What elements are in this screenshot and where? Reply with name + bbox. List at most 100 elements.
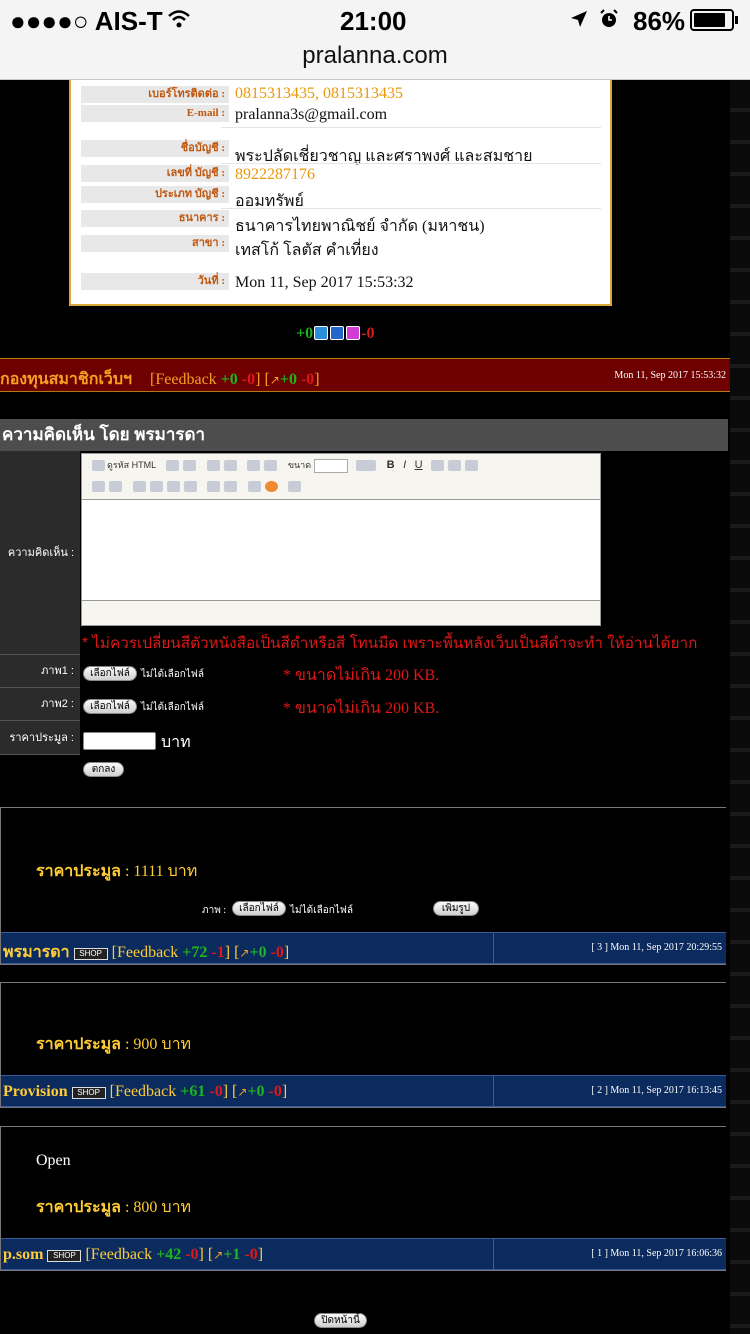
post-author-bar: พรมารดา SHOP [Feedback +72 -1] [↗+0 -0] …: [1, 932, 726, 964]
bracket: ]: [283, 944, 290, 961]
feedback-minus: -1: [211, 944, 225, 961]
size-note-2: * ขนาดไม่เกิน 200 KB.: [283, 700, 440, 717]
no-file-2: ไม่ได้เลือกไฟล์: [141, 702, 204, 713]
bracket: ]: [222, 1083, 229, 1100]
eraser-icon[interactable]: [264, 460, 278, 472]
bracket: ]: [281, 1083, 288, 1100]
justify-icon[interactable]: [183, 481, 197, 493]
submit-button[interactable]: ตกลง: [83, 762, 124, 777]
post-author-bar: Provision SHOP [Feedback +61 -0] [↗+0 -0…: [1, 1075, 726, 1107]
divider: [221, 163, 601, 164]
comment-textarea[interactable]: [82, 499, 600, 601]
phone-value[interactable]: 0815313435, 0815313435: [235, 85, 403, 103]
url-bar[interactable]: pralanna.com: [0, 42, 750, 70]
message-icon[interactable]: [330, 326, 345, 340]
author-name[interactable]: p.som: [3, 1246, 43, 1263]
price-value: : 1111 บาท: [124, 863, 198, 880]
feedback-label: [Feedback: [150, 371, 217, 388]
choose-file-button-2[interactable]: เลือกไฟล์: [83, 699, 137, 714]
align-right-icon[interactable]: [166, 481, 180, 493]
quote-icon[interactable]: [448, 460, 462, 472]
report-icon[interactable]: [346, 326, 361, 340]
find-icon[interactable]: [206, 460, 220, 472]
source-html-button[interactable]: ดูรหัส HTML: [107, 460, 156, 470]
strike-icon[interactable]: [431, 460, 445, 472]
image2-label: ภาพ2 :: [0, 688, 80, 721]
feedback-plus: +42: [156, 1246, 182, 1263]
bid-minus: -0: [268, 1083, 282, 1100]
clock: 21:00: [340, 6, 407, 36]
bold-icon[interactable]: B: [387, 459, 395, 471]
date-row: วันที่ : Mon 11, Sep 2017 15:53:32: [81, 273, 606, 291]
shop-icon[interactable]: SHOP: [73, 948, 108, 960]
shop-icon[interactable]: SHOP: [71, 1087, 106, 1099]
bid-post: ราคาประมูล : 900 บาท Provision SHOP [Fee…: [0, 982, 726, 1108]
price-label: ราคาประมูล: [36, 1036, 121, 1053]
add-picture-button[interactable]: เพิ่มรูป: [433, 901, 479, 916]
branch-label: สาขา :: [81, 235, 229, 252]
bid-post: Open ราคาประมูล : 800 บาท p.som SHOP [Fe…: [0, 1126, 726, 1271]
image-icon[interactable]: [247, 481, 261, 493]
price-input[interactable]: [83, 732, 156, 750]
wifi-icon: [168, 10, 190, 28]
rating-plus: +0: [296, 325, 314, 342]
author-info: Provision SHOP [Feedback +61 -0] [↗+0 -0…: [3, 1083, 287, 1101]
comment-form-title: ความคิดเห็น โดย พรมารดา: [0, 419, 728, 451]
bracket: ]: [198, 1246, 204, 1263]
underline-icon[interactable]: U: [415, 459, 423, 471]
choose-file-button[interactable]: เลือกไฟล์: [232, 901, 286, 916]
numbered-list-icon[interactable]: [92, 481, 105, 493]
email-value: pralanna3s@gmail.com: [235, 106, 388, 123]
choose-file-button-1[interactable]: เลือกไฟล์: [83, 666, 137, 681]
bid-icon[interactable]: [314, 326, 329, 340]
italic-icon[interactable]: I: [403, 459, 406, 471]
replace-icon[interactable]: [223, 460, 237, 472]
select-all-icon[interactable]: [247, 460, 261, 472]
bracket: ]: [224, 944, 231, 961]
price-unit: บาท: [161, 734, 191, 751]
location-icon: [570, 10, 588, 28]
close-page-button[interactable]: ปิดหน้านี้: [314, 1313, 367, 1328]
seller-name[interactable]: กองทุนสมาชิกเว็บฯ: [0, 371, 132, 388]
source-icon[interactable]: [92, 460, 105, 472]
comment-label: ความคิดเห็น :: [0, 451, 80, 655]
align-center-icon[interactable]: [149, 481, 163, 493]
feedback-minus: -0: [209, 1083, 223, 1100]
divider: [493, 933, 494, 963]
author-info: พรมารดา SHOP [Feedback +72 -1] [↗+0 -0]: [3, 940, 289, 965]
bid-minus: -0: [270, 944, 284, 961]
bullet-list-icon[interactable]: [109, 481, 122, 493]
redo-icon[interactable]: [183, 460, 197, 472]
hr-icon[interactable]: [465, 460, 479, 472]
shop-icon[interactable]: SHOP: [47, 1250, 82, 1262]
link-icon[interactable]: [207, 481, 221, 493]
feedback-label: [Feedback: [109, 1083, 177, 1100]
account-number-label: เลขที่ บัญชี :: [81, 165, 229, 182]
battery-percent: 86%: [633, 6, 686, 36]
hammer-icon: ↗: [237, 1085, 248, 1099]
align-left-icon[interactable]: [132, 481, 146, 493]
background-pattern: [730, 80, 750, 1334]
bracket: ]: [257, 1246, 264, 1263]
post-meta: [ 2 ] Mon 11, Sep 2017 16:13:45: [591, 1085, 722, 1096]
bid-minus: -0: [244, 1246, 258, 1263]
undo-icon[interactable]: [166, 460, 180, 472]
size-note-1: * ขนาดไม่เกิน 200 KB.: [283, 667, 440, 684]
maximize-icon[interactable]: [288, 481, 302, 493]
author-info: p.som SHOP [Feedback +42 -0] [↗+1 -0]: [3, 1246, 263, 1264]
smiley-icon[interactable]: [264, 481, 278, 493]
feedback-label: [Feedback: [111, 944, 179, 961]
bid-price: ราคาประมูล : 800 บาท: [36, 1195, 191, 1220]
text-color-icon[interactable]: [356, 460, 377, 472]
author-name[interactable]: พรมารดา: [3, 944, 70, 961]
font-size-select[interactable]: [313, 458, 348, 473]
no-file-1: ไม่ได้เลือกไฟล์: [141, 669, 204, 680]
carrier: ●●●●○ AIS-T: [10, 6, 163, 36]
date-label: วันที่ :: [81, 273, 229, 290]
account-number-value: 8922287176: [235, 166, 315, 183]
unlink-icon[interactable]: [224, 481, 238, 493]
bank-label: ธนาคาร :: [81, 210, 229, 227]
divider: [221, 208, 601, 209]
author-name[interactable]: Provision: [3, 1083, 68, 1100]
feedback-plus: +0: [220, 371, 238, 388]
